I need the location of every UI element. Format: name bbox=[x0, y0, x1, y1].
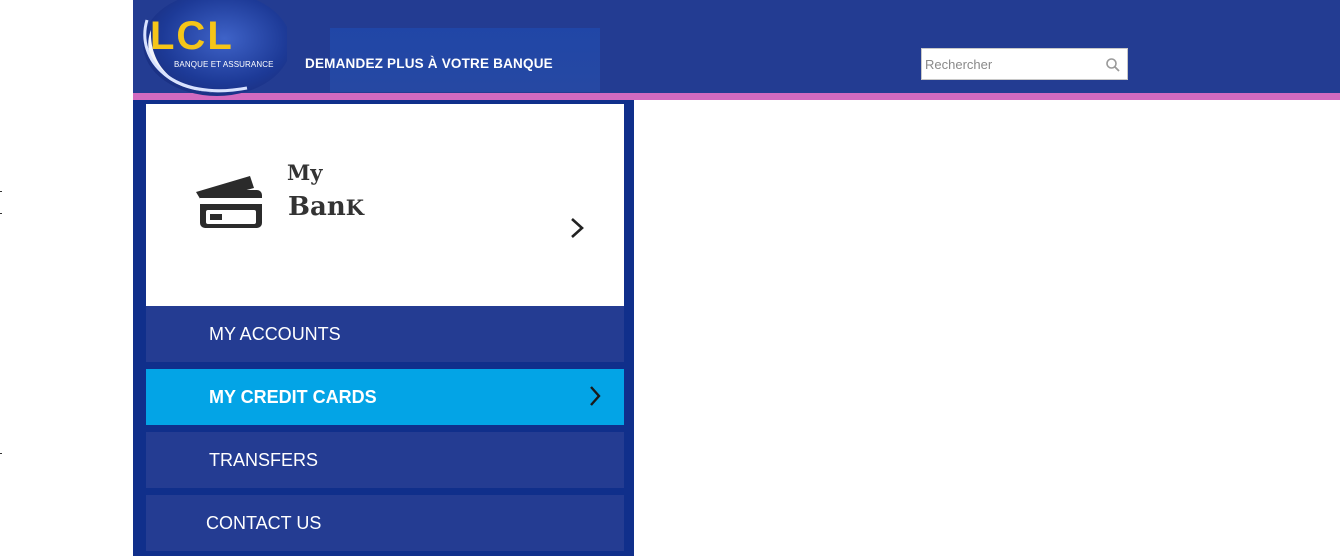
menu-item-label: TRANSFERS bbox=[209, 449, 319, 470]
page: LCL BANQUE ET ASSURANCE DEMANDEZ PLUS À … bbox=[0, 0, 1340, 556]
search-icon[interactable] bbox=[1105, 57, 1121, 73]
chevron-right-icon[interactable] bbox=[568, 216, 586, 240]
logo-wordmark: LCL bbox=[150, 14, 234, 58]
logo-subtitle: BANQUE ET ASSURANCE bbox=[174, 60, 274, 69]
header-accent-stripe bbox=[133, 93, 1340, 100]
search-input[interactable] bbox=[922, 50, 1102, 78]
menu-item-label: MY CREDIT CARDS bbox=[209, 386, 377, 407]
edge-mark bbox=[0, 191, 2, 192]
menu-item-label: MY ACCOUNTS bbox=[209, 323, 341, 344]
search-box[interactable] bbox=[921, 48, 1128, 80]
credit-card-icon bbox=[192, 172, 266, 230]
menu-item-transfers[interactable]: TRANSFERS bbox=[146, 432, 624, 488]
menu-item-my-credit-cards[interactable]: MY CREDIT CARDS bbox=[146, 369, 624, 425]
menu-item-my-accounts[interactable]: MY ACCOUNTS bbox=[146, 306, 624, 362]
header-tagline: DEMANDEZ PLUS À VOTRE BANQUE bbox=[305, 56, 553, 71]
chevron-right-icon[interactable] bbox=[588, 384, 602, 408]
edge-mark bbox=[0, 453, 2, 454]
brand-title-main: Ban bbox=[288, 192, 346, 222]
menu-item-label: CONTACT US bbox=[206, 512, 322, 533]
brand-title-line2: BanK bbox=[288, 192, 364, 222]
edge-mark bbox=[0, 213, 2, 214]
menu-item-contact-us[interactable]: CONTACT US bbox=[146, 495, 624, 551]
brand-title-line1: My bbox=[287, 160, 323, 185]
header-bar bbox=[133, 0, 1340, 95]
brand-title-small: K bbox=[345, 195, 364, 220]
